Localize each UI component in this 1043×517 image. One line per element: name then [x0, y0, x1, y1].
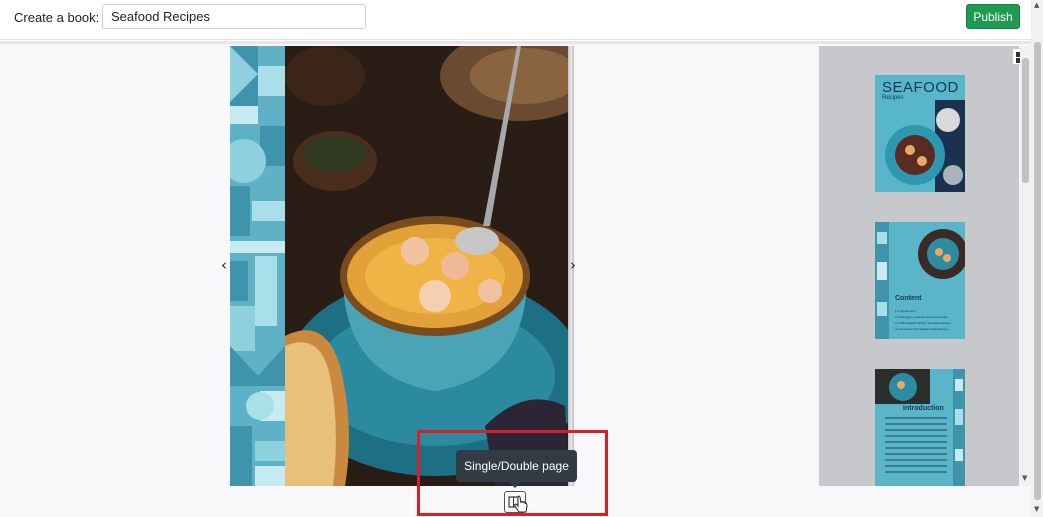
- create-book-label: Create a book:: [14, 10, 100, 25]
- thumbnail-cover-title: SEAFOOD: [882, 79, 959, 96]
- geometric-pattern: [230, 46, 285, 486]
- window-scroll-down-arrow-icon[interactable]: ▼: [1034, 505, 1039, 513]
- thumbnail-content-item: 4.1 Seasonal Cod Seafood Stew Recipe: [895, 327, 949, 331]
- thumbnail-content-title: Content: [895, 295, 922, 302]
- scroll-down-arrow-icon[interactable]: ▼: [1022, 474, 1027, 482]
- single-double-page-toggle-button[interactable]: [504, 491, 528, 513]
- soup-photo: [285, 46, 570, 486]
- previous-page-chevron-left-icon[interactable]: ‹: [221, 256, 227, 274]
- thumbnail-page-1[interactable]: SEAFOOD Recipes: [875, 75, 965, 192]
- book-title-input[interactable]: [102, 4, 366, 29]
- thumbnail-cover-subtitle: Recipes: [882, 95, 904, 101]
- thumbnail-intro-art: [875, 369, 965, 486]
- publish-button[interactable]: Publish: [966, 4, 1020, 29]
- thumbnail-content-item: 2.1 Ecology in a Seafood Sauce Recipe: [895, 315, 948, 319]
- hand-pointer-icon: [514, 495, 528, 513]
- window-scrollbar-thumb[interactable]: [1034, 42, 1041, 500]
- top-toolbar: Create a book: Publish ▲: [0, 0, 1043, 40]
- window-scrollbar[interactable]: ▼: [1031, 40, 1043, 517]
- thumbnail-content-item: 1.1 Introduction: [895, 309, 916, 313]
- page-thumbnails-panel: SEAFOOD Recipes Content 1.1 Introduction…: [819, 46, 1019, 486]
- thumbnail-page-2[interactable]: Content 1.1 Introduction 2.1 Ecology in …: [875, 222, 965, 339]
- tooltip-arrow: [509, 482, 521, 488]
- thumbnail-intro-title: Introduction: [903, 405, 944, 412]
- book-page-cover[interactable]: [230, 46, 570, 486]
- thumbnail-content-item: 3.1 Wild-Caught Shrimp Tomatoes Recipe: [895, 321, 951, 325]
- single-double-tooltip: Single/Double page: [456, 450, 577, 482]
- thumbnail-page-3[interactable]: Introduction: [875, 369, 965, 486]
- scroll-up-arrow-icon[interactable]: ▲: [1034, 1, 1039, 9]
- window-scrollbar-top[interactable]: ▲: [1031, 0, 1043, 40]
- thumbnails-scrollbar[interactable]: ▼: [1020, 46, 1031, 486]
- next-page-chevron-right-icon[interactable]: ›: [570, 256, 576, 274]
- thumbnails-scrollbar-thumb[interactable]: [1022, 58, 1029, 183]
